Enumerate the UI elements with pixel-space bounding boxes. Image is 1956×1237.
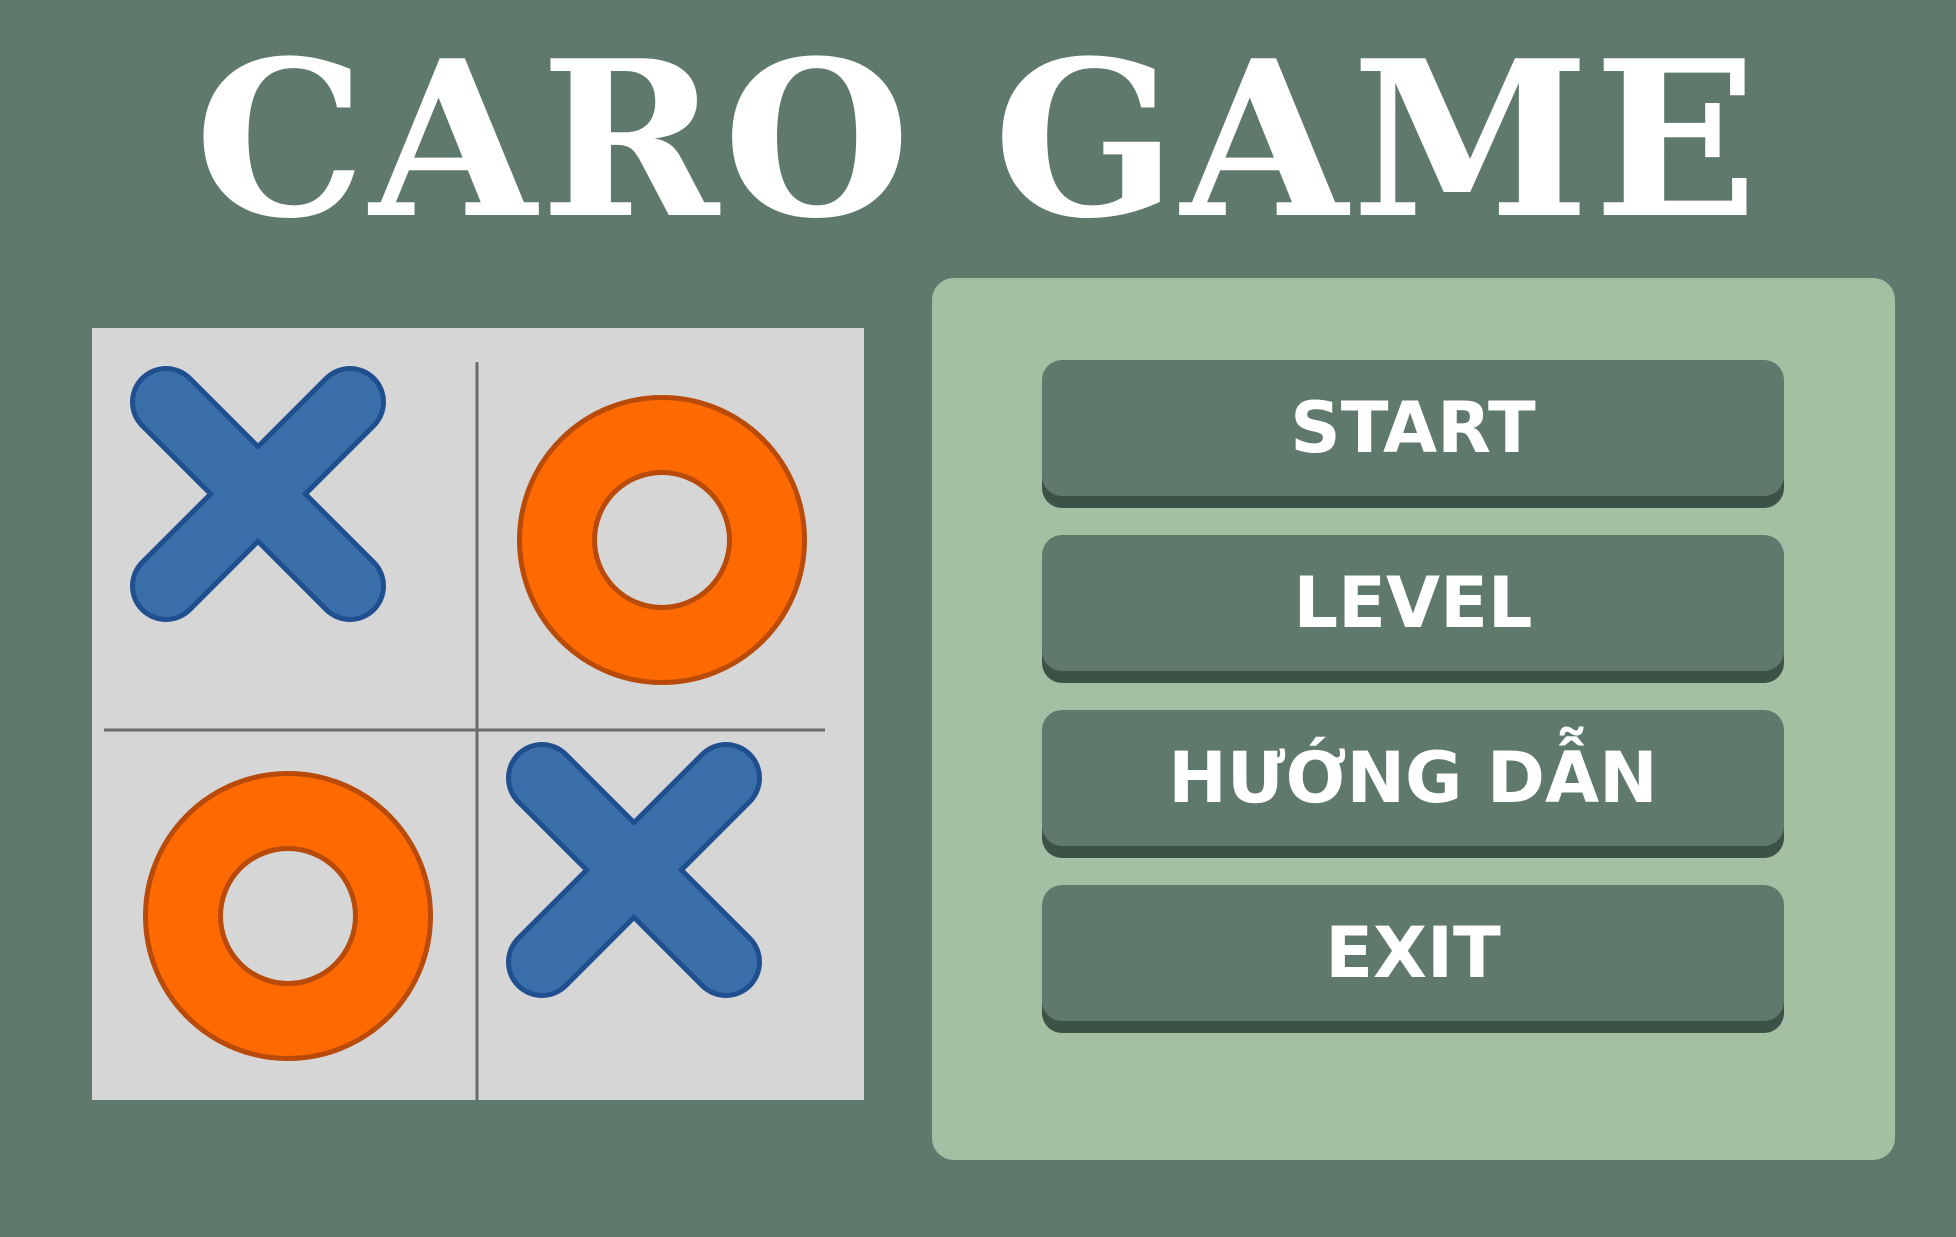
game-board <box>92 328 864 1100</box>
guide-button[interactable]: HƯỚNG DẪN <box>1042 710 1784 846</box>
start-button[interactable]: START <box>1042 360 1784 496</box>
exit-button[interactable]: EXIT <box>1042 885 1784 1021</box>
board-graphic <box>92 328 864 1100</box>
game-title: CARO GAME <box>194 13 1762 266</box>
menu-panel: START LEVEL HƯỚNG DẪN EXIT <box>932 278 1895 1160</box>
level-button[interactable]: LEVEL <box>1042 535 1784 671</box>
